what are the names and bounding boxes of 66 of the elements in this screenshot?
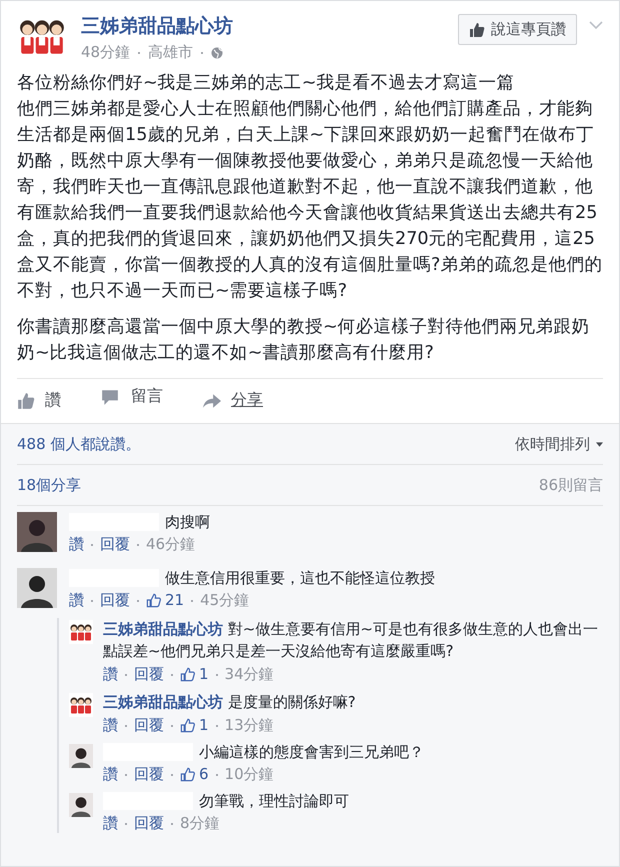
sort-dropdown[interactable]: 依時間排列: [515, 434, 603, 454]
mascot-avatar[interactable]: [69, 693, 93, 717]
like-count[interactable]: 1: [199, 665, 209, 684]
separator-dot: [91, 600, 93, 602]
thumbs-up-icon: [180, 667, 195, 682]
separator-dot: [171, 674, 173, 676]
like-link[interactable]: 讚: [103, 814, 118, 833]
like-link[interactable]: 讚: [103, 765, 118, 784]
share-arrow-icon: [203, 392, 221, 410]
thumbs-up-icon: [146, 593, 161, 608]
action-button[interactable]: 留言: [101, 386, 163, 407]
reply-link[interactable]: 回覆: [100, 535, 130, 554]
separator-dot: [125, 674, 127, 676]
separator-dot: [91, 544, 93, 546]
reply-link[interactable]: 回覆: [134, 814, 164, 833]
separator-dot: [216, 674, 218, 676]
separator-dot: [125, 822, 127, 824]
separator-dot: [137, 544, 139, 546]
comment-text: 做生意信用很重要，這也不能怪這位教授: [165, 568, 435, 588]
reply-text: 三姊弟甜品點心坊 對~做生意要有信用~可是也有很多做生意的人也會出一點誤差~他們兄弟只是差一天沒給他寄有這麼嚴重嗎?: [103, 619, 599, 662]
separator-dot: [138, 52, 140, 54]
separator-dot: [216, 724, 218, 726]
reply-link[interactable]: 回覆: [100, 591, 130, 610]
reply-text: 三姊弟甜品點心坊 是度量的關係好嘛?: [103, 692, 356, 713]
page-name[interactable]: 三姊弟甜品點心坊: [81, 13, 444, 39]
separator-dot: [125, 774, 127, 776]
like-link[interactable]: 讚: [103, 716, 118, 735]
separator-dot: [201, 52, 204, 54]
like-count[interactable]: 1: [199, 716, 209, 735]
post-text: 你書讀那麼高還當一個中原大學的教授~何必這樣子對待他們兩兄弟跟奶奶~比我這個做志工的還不如~書讀那麼高有什麼用?: [17, 316, 591, 365]
post-text: 各位粉絲你們好~我是三姊弟的志工~我是看不過去才寫這一篇: [17, 72, 516, 95]
action-button[interactable]: 讚: [17, 386, 61, 415]
separator-dot: [171, 822, 173, 824]
separator-dot: [171, 774, 173, 776]
separator-dot: [171, 724, 173, 726]
thumbs-up-icon: [17, 392, 35, 410]
separator-dot: [137, 600, 139, 602]
thumbs-up-icon: [180, 718, 195, 733]
like-page-button[interactable]: 說這專頁讚: [458, 14, 577, 45]
separator-dot: [216, 774, 218, 776]
separator-dot: [191, 600, 194, 602]
action-button[interactable]: 分享: [203, 386, 263, 415]
reply-link[interactable]: 回覆: [134, 716, 164, 735]
comment-count: 86則留言: [538, 476, 603, 494]
separator-dot: [125, 724, 127, 726]
comment-text: 肉搜啊: [165, 512, 210, 532]
like-count[interactable]: 6: [199, 765, 209, 784]
page-name-link[interactable]: 三姊弟甜品點心坊: [103, 620, 223, 638]
reply-text: 小編這樣的態度會害到三兄弟吧？: [199, 742, 424, 762]
reply-link[interactable]: 回覆: [134, 765, 164, 784]
page-name-link[interactable]: 三姊弟甜品點心坊: [103, 693, 223, 711]
thumbs-up-icon: [180, 767, 195, 782]
share-count[interactable]: 18個分享: [17, 476, 82, 494]
like-link[interactable]: 讚: [69, 535, 84, 554]
thumbs-up-icon: [469, 22, 485, 38]
globe-icon: [211, 46, 224, 58]
post-text: 他們三姊弟都是愛心人士在照顧他們關心他們，給他們訂購產品，才能夠生活都是兩個15歲的兄弟，白天上課~下課回來跟奶奶一起奮鬥在做布丁奶酪，既然中原大學有一個陳教授他要做愛心，弟弟只是疏忽慢一天給他寄，我們昨天也一直傳訊息跟他道歉對不起，他一直說不讓我們道歉，他有匯款給我們一直要我們退款給他今天會讓他收貨結果貨送出去總共有25盒，真的把我們的貨退回來，讓奶奶他們又損失270元的宅配費用，這25盒又不能賣，你當一個教授的人真的沒有這個肚量嗎?弟弟的疏忽是他們的不對，也只不過一天而已~需要這樣子嗎?: [17, 98, 603, 303]
likes-summary[interactable]: 488 個人都說讚。: [17, 434, 140, 454]
reply-text: 勿筆戰，理性討論即可: [199, 791, 349, 811]
reply-link[interactable]: 回覆: [134, 665, 164, 684]
like-count[interactable]: 21: [165, 591, 184, 610]
like-link[interactable]: 讚: [69, 591, 84, 610]
mascot-avatar[interactable]: [69, 620, 93, 644]
like-link[interactable]: 讚: [103, 665, 118, 684]
caret-icon: [596, 442, 603, 446]
speech-bubble-icon: [101, 388, 119, 406]
